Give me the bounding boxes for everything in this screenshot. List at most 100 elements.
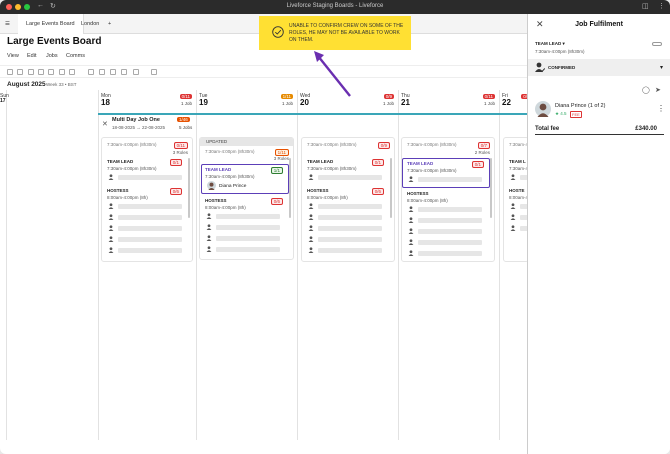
role-title[interactable]: TEAM L (509, 159, 526, 164)
role-title[interactable]: TEAM LEAD (107, 159, 133, 164)
slot-placeholder (318, 204, 382, 209)
card-scrollbar[interactable] (289, 158, 291, 218)
role-title[interactable]: TEAM LEAD (407, 161, 433, 166)
card-scrollbar[interactable] (490, 158, 492, 218)
person-icon (308, 203, 314, 209)
chevron-down-icon: ▾ (562, 41, 565, 46)
confirmed-section[interactable]: CONFIRMED ▾ (528, 59, 670, 76)
slot-placeholder (318, 175, 382, 180)
person-icon (108, 174, 114, 180)
job-card-wed[interactable]: 7:30am-4:00pm (8h30m) 0/9 TEAM LEAD 0/1 … (301, 137, 395, 262)
person-icon (206, 235, 212, 241)
card-badge: 0/11 (173, 142, 188, 149)
multi-day-job-badge: 1/46 (177, 117, 190, 122)
app-window: ← ↻ Liveforce Staging Boards - Liveforce… (0, 0, 670, 454)
translate-icon[interactable] (133, 69, 139, 75)
role-title[interactable]: HOSTE (509, 188, 525, 193)
role-title[interactable]: TEAM LEAD (307, 159, 333, 164)
card-badge: 0/7 (477, 142, 490, 149)
person-icon (308, 174, 314, 180)
slot-placeholder (118, 175, 182, 180)
warning-toast[interactable]: UNABLE TO CONFIRM CREW ON SOME OF THE RO… (259, 16, 411, 50)
check-circle-icon (272, 26, 284, 38)
slot-placeholder (118, 248, 182, 253)
menu-jobs[interactable]: Jobs (46, 53, 58, 59)
slot-placeholder (318, 215, 382, 220)
delete-icon[interactable] (48, 69, 54, 75)
role-title[interactable]: TEAM LEAD (205, 167, 231, 172)
day-header-tue: Tue 19 1/11 1 Job (199, 93, 293, 107)
slot-placeholder (216, 214, 280, 219)
job-card-fri[interactable]: 7:30am-4 TEAM L 7:30am-4 HOSTE 8:00am-4 (503, 137, 529, 262)
avatar (207, 181, 216, 190)
paste-icon[interactable] (38, 69, 44, 75)
job-card-tue[interactable]: UPDATED 7:30am-4:00pm (8h30m) 1/11 3 Rol… (199, 137, 294, 260)
add-tab-button[interactable]: + (100, 14, 119, 34)
menu-comms[interactable]: Comms (66, 53, 85, 59)
more-options-icon[interactable]: ⋮ (657, 104, 665, 113)
role-title[interactable]: HOSTESS (407, 191, 429, 196)
role-title[interactable]: HOSTESS (205, 198, 227, 203)
chat-icon[interactable]: ◯ (642, 86, 650, 94)
person-check-icon (535, 62, 545, 73)
job-card-thu[interactable]: 7:30am-4:00pm (8h30m) 0/7 2 Roles TEAM L… (401, 137, 495, 262)
crew-tag: FEE (570, 111, 582, 118)
slot-placeholder (216, 247, 280, 252)
slot-placeholder (418, 251, 482, 256)
day-header-fri: Fri 22 0/ (502, 93, 529, 107)
slot-placeholder (418, 229, 482, 234)
toggle-pill[interactable] (652, 42, 662, 46)
role-badge: 0/1 (371, 159, 384, 166)
role-title[interactable]: HOSTESS (107, 188, 129, 193)
print-icon[interactable] (59, 69, 65, 75)
copy-icon[interactable] (28, 69, 34, 75)
divider (535, 134, 664, 135)
person-icon (408, 206, 414, 212)
crew-rating: ★ 4.5 (555, 111, 567, 116)
person-icon (206, 213, 212, 219)
updated-label: UPDATED (200, 138, 293, 146)
window-title: Liveforce Staging Boards - Liveforce (286, 3, 384, 9)
hamburger-menu-icon[interactable]: ☰ (0, 14, 18, 34)
role-dropdown[interactable]: TEAM LEAD ▾ (535, 41, 565, 47)
role-badge: 0/6 (169, 188, 182, 195)
calendar-icon[interactable] (69, 69, 75, 75)
multi-day-job-title: Multi Day Job One (112, 117, 160, 123)
split-icon[interactable] (99, 69, 105, 75)
page-title: Large Events Board (7, 36, 102, 47)
edit-icon[interactable] (110, 69, 116, 75)
crew-name: Diana Prince (1 of 2) (555, 103, 606, 109)
date-picker-icon[interactable] (151, 69, 157, 75)
grid-icon[interactable] (88, 69, 94, 75)
menu-edit[interactable]: Edit (27, 53, 36, 59)
role-title[interactable]: HOSTESS (307, 188, 329, 193)
confirmed-label: CONFIRMED (548, 65, 576, 70)
extensions-icon[interactable]: ◫ (642, 2, 649, 10)
collapse-icon[interactable]: ✕ (102, 120, 108, 128)
card-scrollbar[interactable] (390, 158, 392, 218)
role-badge: 0/6 (270, 198, 283, 205)
more-icon[interactable]: ⋮ (658, 2, 665, 10)
day-header-sun: Sun 17 (0, 93, 9, 104)
person-icon (408, 250, 414, 256)
new-icon[interactable] (7, 69, 13, 75)
menu-view[interactable]: View (7, 53, 19, 59)
multi-day-job-count: 5 Jobs (179, 125, 193, 130)
job-card-mon[interactable]: 7:30am-4:00pm (8h30m) 0/11 3 Roles TEAM … (101, 137, 193, 262)
chevron-down-icon[interactable]: ▾ (660, 64, 663, 71)
undo-icon[interactable] (121, 69, 127, 75)
person-icon (206, 246, 212, 252)
slot-placeholder (216, 225, 280, 230)
send-icon[interactable]: ➤ (655, 86, 661, 94)
slot-placeholder (418, 240, 482, 245)
role-badge: 0/1 (169, 159, 182, 166)
slot-placeholder (118, 237, 182, 242)
card-scrollbar[interactable] (188, 158, 190, 218)
toolbar (0, 65, 527, 78)
select-icon[interactable] (17, 69, 23, 75)
day-badge: 0/11 (179, 94, 192, 99)
person-icon (108, 236, 114, 242)
person-icon (510, 174, 516, 180)
job-fulfilment-panel: ✕ Job Fulfilment TEAM LEAD ▾ 7:30am-4:00… (527, 14, 670, 454)
person-icon (308, 236, 314, 242)
